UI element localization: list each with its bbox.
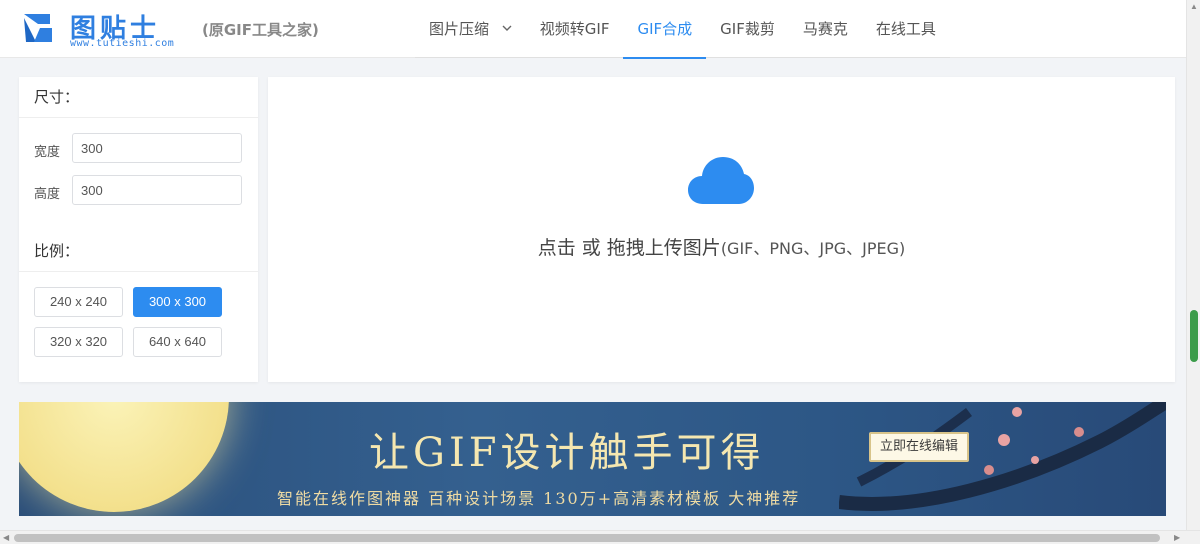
scroll-right-icon[interactable]: ▶: [1174, 534, 1180, 542]
nav-item-label: GIF裁剪: [720, 20, 775, 38]
banner-title: 让GIF设计触手可得: [369, 430, 765, 476]
nav-item-image-compress[interactable]: 图片压缩: [415, 0, 526, 58]
nav-item-gif-crop[interactable]: GIF裁剪: [706, 0, 789, 58]
moon-decoration: [19, 402, 229, 512]
horizontal-scrollbar[interactable]: ◀ ▶: [0, 530, 1200, 544]
banner-subtitle: 智能在线作图神器 百种设计场景 130万+高清素材模板 大神推荐: [277, 489, 801, 508]
scroll-up-icon[interactable]: ▲: [1190, 3, 1198, 11]
logo-url: www.tutieshi.com: [70, 38, 175, 49]
scroll-left-icon[interactable]: ◀: [3, 534, 9, 542]
logo-mark-icon: [24, 14, 52, 42]
height-input[interactable]: [72, 175, 242, 205]
upload-dropzone[interactable]: 点击 或 拖拽上传图片(GIF、PNG、JPG、JPEG): [268, 77, 1175, 382]
ratio-button[interactable]: 240 x 240: [34, 287, 123, 317]
ratio-section-title: 比例：: [34, 242, 80, 260]
nav-item-gif-compose[interactable]: GIF合成: [623, 0, 706, 59]
upload-formats: (GIF、PNG、JPG、JPEG): [720, 239, 906, 258]
ratio-button[interactable]: 320 x 320: [34, 327, 123, 357]
chevron-down-icon: [502, 25, 512, 31]
divider: [19, 117, 258, 118]
width-label: 宽度: [34, 145, 61, 160]
site-logo[interactable]: 图贴士 www.tutieshi.com: [20, 6, 190, 52]
nav-item-label: 马赛克: [802, 20, 848, 38]
upload-prompt-text: 点击 或 拖拽上传图片: [537, 237, 721, 259]
nav-item-label: 在线工具: [875, 20, 936, 38]
ratio-button-selected[interactable]: 300 x 300: [133, 287, 222, 317]
cloud-upload-icon: [688, 157, 754, 204]
vertical-scrollbar[interactable]: ▲: [1186, 0, 1200, 530]
divider: [19, 271, 258, 272]
settings-panel: 尺寸： 宽度 高度 比例： 240 x 240 300 x 300 320 x …: [19, 77, 258, 382]
ratio-button[interactable]: 640 x 640: [133, 327, 222, 357]
horizontal-scroll-thumb[interactable]: [14, 534, 1160, 542]
nav-item-label: 视频转GIF: [539, 20, 610, 38]
upload-prompt: 点击 或 拖拽上传图片(GIF、PNG、JPG、JPEG): [268, 233, 1175, 260]
vertical-scroll-thumb[interactable]: [1190, 310, 1198, 362]
nav-item-label: GIF合成: [637, 20, 693, 38]
nav-item-online-tools[interactable]: 在线工具: [862, 0, 950, 58]
height-label: 高度: [34, 187, 61, 202]
nav-item-label: 图片压缩: [429, 20, 490, 38]
edit-online-button[interactable]: 立即在线编辑: [869, 432, 969, 462]
promo-banner[interactable]: 让GIF设计触手可得 智能在线作图神器 百种设计场景 130万+高清素材模板 大…: [19, 402, 1166, 516]
top-header: 图贴士 www.tutieshi.com (原GIF工具之家) 图片压缩 视频转…: [0, 0, 1186, 59]
nav-item-mosaic[interactable]: 马赛克: [789, 0, 862, 58]
size-section-title: 尺寸：: [34, 88, 80, 106]
nav-item-video-to-gif[interactable]: 视频转GIF: [526, 0, 624, 58]
width-input[interactable]: [72, 133, 242, 163]
main-nav: 图片压缩 视频转GIF GIF合成 GIF裁剪 马赛克 在线工具: [415, 0, 950, 59]
logo-subtitle: (原GIF工具之家): [202, 21, 319, 39]
